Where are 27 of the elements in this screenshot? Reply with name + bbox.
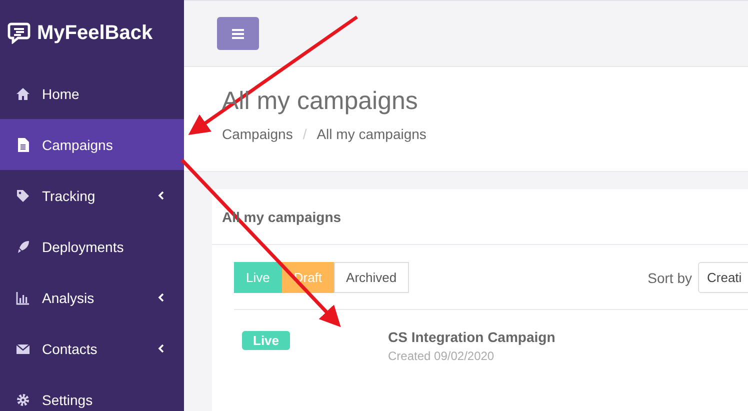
document-icon bbox=[16, 138, 30, 152]
sidebar-item[interactable]: Home bbox=[0, 68, 184, 119]
envelope-icon bbox=[16, 342, 30, 356]
campaign-name[interactable]: CS Integration Campaign bbox=[388, 329, 556, 345]
sort-label: Sort by bbox=[648, 270, 692, 286]
sidebar-item[interactable]: Campaigns bbox=[0, 119, 184, 170]
status-badge: Live bbox=[242, 331, 290, 350]
sidebar-item[interactable]: Analysis bbox=[0, 272, 184, 323]
settings-icon bbox=[16, 392, 30, 406]
rocket-icon bbox=[16, 240, 30, 254]
sidebar-item[interactable]: Deployments bbox=[0, 221, 184, 272]
bar-chart-icon bbox=[16, 290, 30, 304]
logo-text: MyFeelBack bbox=[37, 22, 153, 44]
breadcrumb-link[interactable]: Campaigns bbox=[222, 126, 293, 142]
chat-logo-icon bbox=[7, 22, 31, 44]
sidebar-item[interactable]: Settings bbox=[0, 374, 184, 411]
tag-icon bbox=[16, 188, 30, 202]
menu-button[interactable] bbox=[217, 17, 259, 50]
breadcrumb-separator: / bbox=[302, 126, 307, 142]
sidebar-item[interactable]: Contacts bbox=[0, 323, 184, 374]
created-date: Created 09/02/2020 bbox=[388, 349, 496, 363]
home-icon bbox=[16, 86, 30, 100]
breadcrumb-link[interactable]: All my campaigns bbox=[316, 126, 426, 142]
sidebar-item[interactable]: Tracking bbox=[0, 170, 184, 221]
menu-icon bbox=[232, 28, 244, 38]
filter-button[interactable]: Archived bbox=[334, 262, 409, 293]
sort-select[interactable]: Creati bbox=[698, 262, 748, 293]
